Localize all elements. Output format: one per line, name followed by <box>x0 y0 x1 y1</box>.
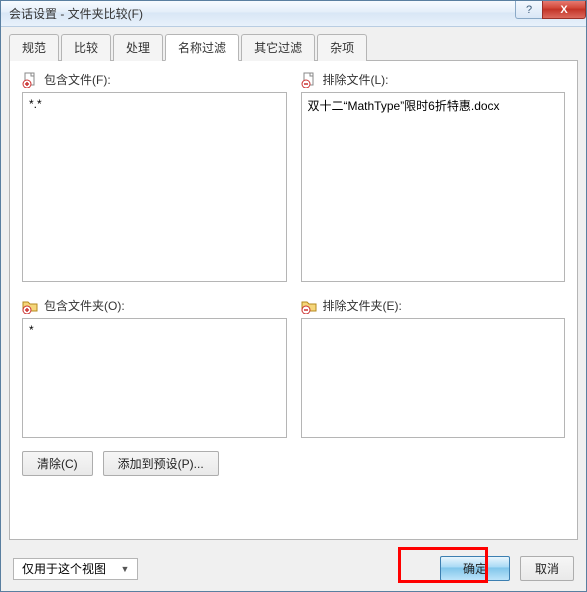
top-grid: 包含文件(F): 排除文件(L): <box>22 71 565 285</box>
help-button[interactable]: ? <box>515 1 543 19</box>
dialog-window: 会话设置 - 文件夹比较(F) ? X 规范 比较 处理 名称过滤 其它过滤 杂… <box>0 0 587 592</box>
bottom-grid: 包含文件夹(O): 排除文件夹(E): <box>22 297 565 441</box>
include-files-input[interactable] <box>22 92 287 282</box>
tab-misc[interactable]: 杂项 <box>317 34 367 61</box>
include-folders-input[interactable] <box>22 318 287 438</box>
tab-compare[interactable]: 比较 <box>61 34 111 61</box>
window-controls: ? X <box>516 1 586 21</box>
include-files-section: 包含文件(F): <box>22 71 287 285</box>
panel-button-row: 清除(C) 添加到预设(P)... <box>22 451 565 476</box>
exclude-files-section: 排除文件(L): <box>301 71 566 285</box>
exclude-folders-input[interactable] <box>301 318 566 438</box>
tab-spec[interactable]: 规范 <box>9 34 59 61</box>
tab-other-filter[interactable]: 其它过滤 <box>241 34 315 61</box>
exclude-folders-label-text: 排除文件夹(E): <box>323 297 402 314</box>
exclude-files-label-text: 排除文件(L): <box>323 71 389 88</box>
titlebar: 会话设置 - 文件夹比较(F) ? X <box>1 1 586 27</box>
include-folders-label-text: 包含文件夹(O): <box>44 297 125 314</box>
close-button[interactable]: X <box>542 1 586 19</box>
include-files-label-text: 包含文件(F): <box>44 71 111 88</box>
include-folders-label: 包含文件夹(O): <box>22 297 287 314</box>
cancel-button[interactable]: 取消 <box>520 556 574 581</box>
include-files-label: 包含文件(F): <box>22 71 287 88</box>
file-minus-icon <box>301 72 317 88</box>
exclude-files-input[interactable] <box>301 92 566 282</box>
exclude-folders-label: 排除文件夹(E): <box>301 297 566 314</box>
client-area: 规范 比较 处理 名称过滤 其它过滤 杂项 包含文件(F): <box>1 27 586 548</box>
include-folders-section: 包含文件夹(O): <box>22 297 287 441</box>
folder-minus-icon <box>301 298 317 314</box>
exclude-folders-section: 排除文件夹(E): <box>301 297 566 441</box>
tab-process[interactable]: 处理 <box>113 34 163 61</box>
tab-strip: 规范 比较 处理 名称过滤 其它过滤 杂项 <box>9 33 578 60</box>
window-title: 会话设置 - 文件夹比较(F) <box>9 5 516 22</box>
tab-name-filter[interactable]: 名称过滤 <box>165 34 239 61</box>
folder-plus-icon <box>22 298 38 314</box>
scope-dropdown-text: 仅用于这个视图 <box>18 560 117 577</box>
clear-button[interactable]: 清除(C) <box>22 451 93 476</box>
file-plus-icon <box>22 72 38 88</box>
ok-button[interactable]: 确定 <box>440 556 510 581</box>
dialog-footer: 仅用于这个视图 ▼ 确定 取消 <box>1 548 586 591</box>
chevron-down-icon: ▼ <box>117 564 133 574</box>
panel-name-filter: 包含文件(F): 排除文件(L): <box>9 60 578 540</box>
scope-dropdown[interactable]: 仅用于这个视图 ▼ <box>13 558 138 580</box>
add-preset-button[interactable]: 添加到预设(P)... <box>103 451 219 476</box>
exclude-files-label: 排除文件(L): <box>301 71 566 88</box>
